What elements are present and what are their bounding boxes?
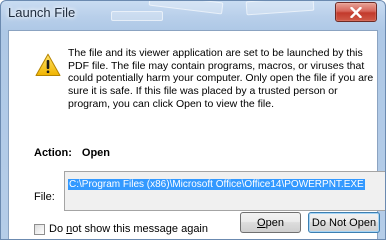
file-label: File:	[34, 191, 55, 203]
dont-show-again-checkbox[interactable]: Do not show this message again	[34, 223, 208, 235]
dialog-body: The file and its viewer application are …	[8, 30, 385, 239]
close-button[interactable]	[335, 2, 377, 22]
open-button[interactable]: Open	[240, 212, 301, 233]
warning-message: The file and its viewer application are …	[68, 47, 374, 110]
launch-file-dialog: Launch File The file and its viewer appl…	[0, 0, 386, 240]
dont-show-again-label: Do not show this message again	[49, 223, 208, 235]
action-value: Open	[81, 147, 111, 159]
warning-icon	[35, 53, 61, 76]
file-path-text: C:\Program Files (x86)\Microsoft Office\…	[68, 179, 365, 190]
checkbox-box[interactable]	[34, 223, 45, 235]
background-window-shape	[111, 11, 163, 21]
file-path-field[interactable]: C:\Program Files (x86)\Microsoft Office\…	[64, 171, 385, 211]
do-not-open-button[interactable]: Do Not Open	[308, 212, 380, 233]
action-label: Action:	[34, 147, 72, 159]
window-title: Launch File	[8, 5, 76, 20]
background-window-shape	[245, 1, 315, 16]
action-row: Action: Open	[34, 147, 120, 159]
close-icon	[350, 6, 362, 18]
